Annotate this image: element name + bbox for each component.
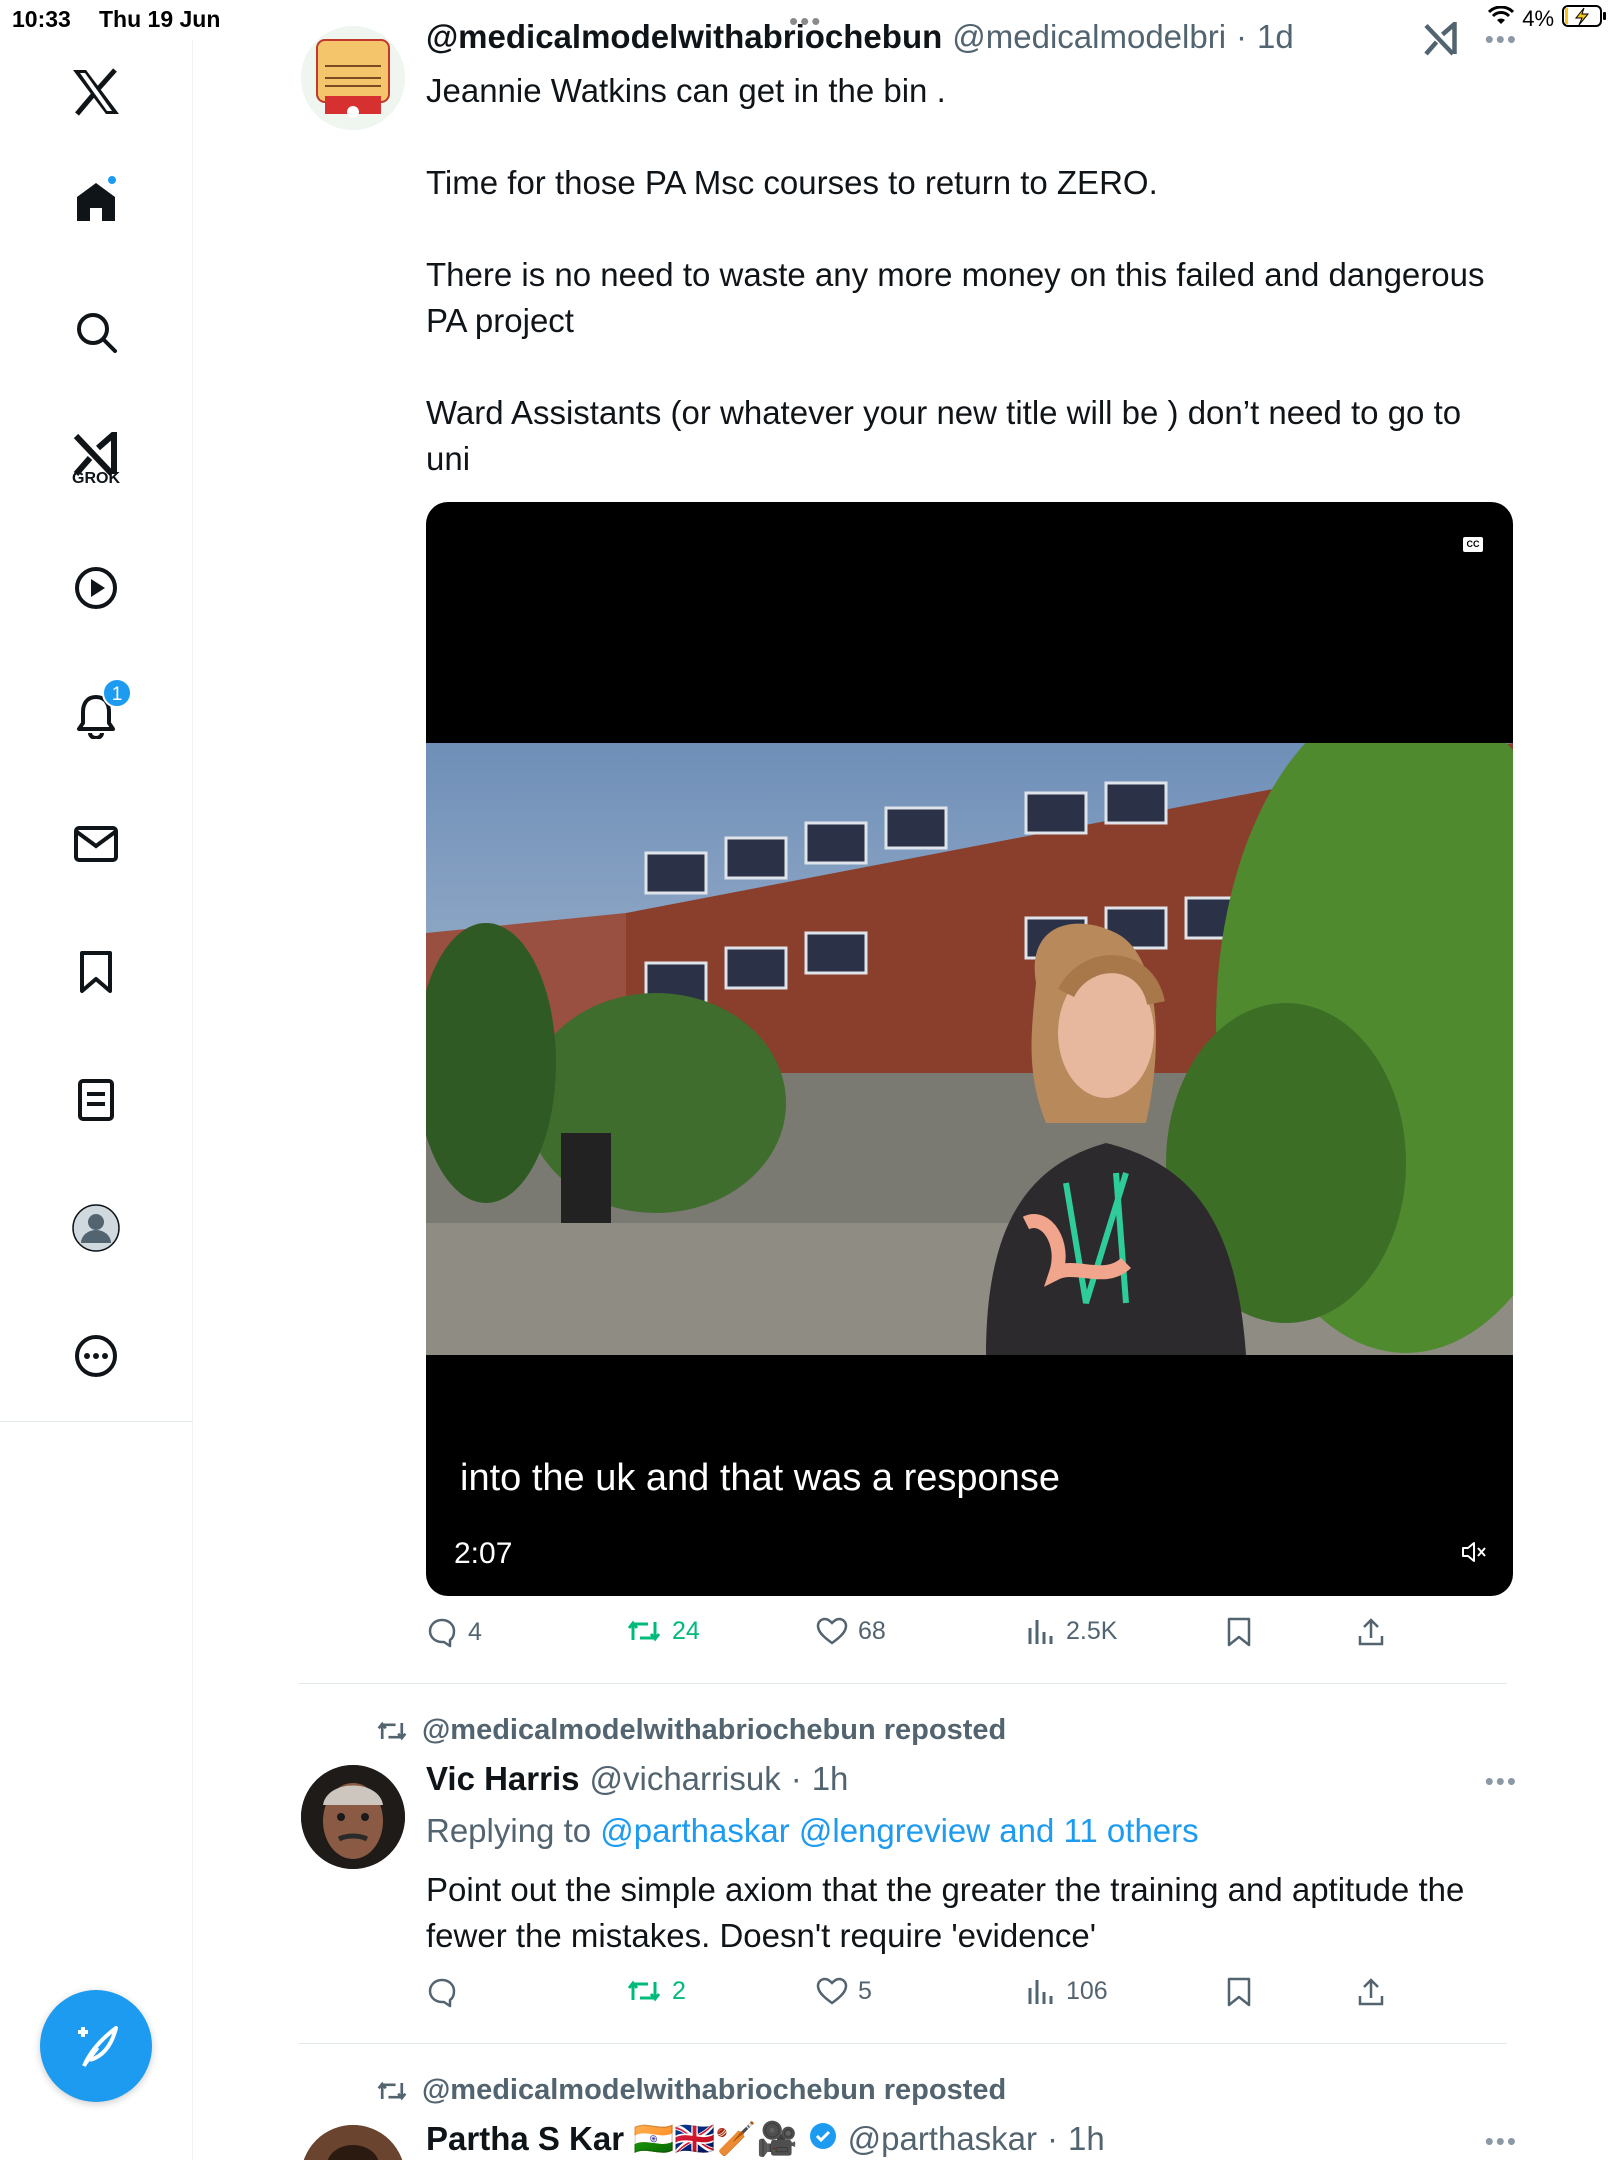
sidebar-nav: GROK 1 <box>0 40 193 1422</box>
grok-label: GROK <box>72 470 120 487</box>
share-button[interactable] <box>1356 1976 1386 2008</box>
bookmarks-icon[interactable] <box>66 942 126 1002</box>
repost-button[interactable]: 2 <box>626 1976 686 2006</box>
share-icon <box>1358 1978 1384 2006</box>
tweet-more-icon[interactable]: ••• <box>1485 1766 1518 1797</box>
reply-icon <box>428 1978 456 2008</box>
like-button[interactable]: 68 <box>816 1616 886 1646</box>
separator-dot: · <box>1236 18 1248 55</box>
tweet-actions: 2 5 106 <box>426 1976 1426 2016</box>
bookmark-button[interactable] <box>1226 1616 1252 1648</box>
repost-indicator[interactable]: @medicalmodelwithabriochebun reposted <box>376 2074 1006 2107</box>
replying-to: Replying to @parthaskar @lengreview and … <box>426 1812 1199 1850</box>
share-button[interactable] <box>1356 1616 1386 1648</box>
repost-icon <box>627 1980 661 2002</box>
replying-to-prefix: Replying to <box>426 1812 592 1849</box>
lists-icon[interactable] <box>66 1070 126 1130</box>
like-count: 5 <box>858 1976 872 2005</box>
tweet-body: Point out the simple axiom that the grea… <box>426 1867 1506 1959</box>
replying-to-users[interactable]: @parthaskar @lengreview and 11 others <box>600 1812 1198 1849</box>
author-display-name[interactable]: @medicalmodelwithabriochebun <box>426 18 942 56</box>
tweet-header: @medicalmodelwithabriochebun @medicalmod… <box>426 18 1294 56</box>
tweet-paragraph: Jeannie Watkins can get in the bin . <box>426 72 946 109</box>
repost-label: @medicalmodelwithabriochebun reposted <box>422 2074 1007 2106</box>
tweet-header: Vic Harris @vicharrisuk · 1h <box>426 1760 848 1798</box>
like-count: 68 <box>858 1616 886 1645</box>
x-logo-icon[interactable] <box>66 62 126 122</box>
author-display-name[interactable]: Partha S Kar 🇮🇳🇬🇧🏏🎥 <box>426 2120 798 2159</box>
view-count: 2.5K <box>1066 1616 1118 1645</box>
views-button[interactable]: 2.5K <box>1026 1616 1117 1646</box>
home-icon[interactable] <box>66 172 126 232</box>
video-caption: into the uk and that was a response <box>460 1457 1060 1499</box>
bookmark-icon <box>1227 1617 1251 1647</box>
compose-post-button[interactable] <box>40 1990 152 2102</box>
tweet-body: Jeannie Watkins can get in the bin . Tim… <box>426 68 1506 482</box>
tweet-author-avatar[interactable] <box>301 1765 405 1869</box>
search-icon[interactable] <box>66 302 126 362</box>
tweet-paragraph: Point out the simple axiom that the grea… <box>426 1871 1465 1954</box>
tweet-actions: 4 24 68 2.5K <box>426 1616 1426 1656</box>
repost-button[interactable]: 24 <box>626 1616 700 1646</box>
tweet-more-icon[interactable]: ••• <box>1485 24 1518 55</box>
timeline-feed: @medicalmodelwithabriochebun @medicalmod… <box>193 0 1620 2160</box>
view-count: 106 <box>1066 1976 1108 2005</box>
grok-icon[interactable]: GROK <box>66 424 126 487</box>
compose-feather-icon <box>78 2026 118 2067</box>
status-time: 10:33 <box>12 6 71 32</box>
author-handle[interactable]: @medicalmodelbri <box>952 18 1226 56</box>
reply-count: 4 <box>468 1617 482 1646</box>
tweet-divider <box>299 1683 1507 1684</box>
repost-count: 2 <box>672 1976 686 2005</box>
tweet-more-icon[interactable]: ••• <box>1485 2126 1518 2157</box>
tweet-header: Partha S Kar 🇮🇳🇬🇧🏏🎥 @parthaskar · 1h <box>426 2120 1105 2159</box>
author-handle[interactable]: @vicharrisuk <box>590 1760 781 1798</box>
grok-analyze-icon[interactable] <box>1423 19 1459 61</box>
repost-indicator[interactable]: @medicalmodelwithabriochebun reposted <box>376 1714 1006 1747</box>
repost-count: 24 <box>672 1616 700 1645</box>
tweet-time[interactable]: 1d <box>1257 18 1294 56</box>
author-handle[interactable]: @parthaskar <box>848 2120 1037 2158</box>
reply-button[interactable] <box>426 1976 468 2008</box>
author-display-name[interactable]: Vic Harris <box>426 1760 580 1798</box>
repost-icon <box>377 2081 407 2100</box>
tweet-paragraph: There is no need to waste any more money… <box>426 256 1485 339</box>
separator-dot: · <box>1047 2120 1059 2157</box>
heart-icon <box>816 1977 848 2005</box>
repost-icon <box>627 1620 661 1642</box>
bookmark-button[interactable] <box>1226 1976 1252 2008</box>
more-options-icon[interactable] <box>66 1326 126 1386</box>
notifications-badge: 1 <box>102 678 132 708</box>
home-new-indicator <box>106 174 118 186</box>
analytics-bars-icon <box>1028 1620 1053 1644</box>
closed-captions-button[interactable]: CC <box>1463 537 1483 552</box>
video-duration: 2:07 <box>454 1537 513 1570</box>
tweet-time[interactable]: 1h <box>812 1760 849 1798</box>
verified-badge-icon <box>808 2121 838 2159</box>
repost-label: @medicalmodelwithabriochebun reposted <box>422 1714 1007 1746</box>
heart-icon <box>816 1617 848 1645</box>
mute-toggle-icon[interactable] <box>1461 1540 1487 1569</box>
messages-mail-icon[interactable] <box>66 814 126 874</box>
repost-icon <box>377 1721 407 1740</box>
video-frame <box>426 743 1513 1355</box>
tweet-author-avatar[interactable] <box>301 2125 405 2160</box>
tweet-paragraph: Ward Assistants (or whatever your new ti… <box>426 394 1462 477</box>
separator-dot: · <box>790 1760 802 1797</box>
analytics-bars-icon <box>1028 1980 1053 2004</box>
tweet-paragraph: Time for those PA Msc courses to return … <box>426 164 1158 201</box>
reply-icon <box>428 1618 456 1648</box>
views-button[interactable]: 106 <box>1026 1976 1108 2006</box>
tweet-time[interactable]: 1h <box>1068 2120 1105 2158</box>
video-play-icon[interactable] <box>66 558 126 618</box>
notifications-bell-icon[interactable]: 1 <box>66 678 132 746</box>
like-button[interactable]: 5 <box>816 1976 872 2006</box>
tweet-author-avatar[interactable] <box>301 26 405 130</box>
tweet-video-player[interactable]: CC into the uk and that was a response 2… <box>426 502 1513 1596</box>
share-icon <box>1358 1618 1384 1646</box>
tweet-divider <box>299 2043 1507 2044</box>
bookmark-icon <box>1227 1977 1251 2007</box>
profile-avatar-icon[interactable] <box>66 1198 126 1258</box>
reply-button[interactable]: 4 <box>426 1616 482 1648</box>
